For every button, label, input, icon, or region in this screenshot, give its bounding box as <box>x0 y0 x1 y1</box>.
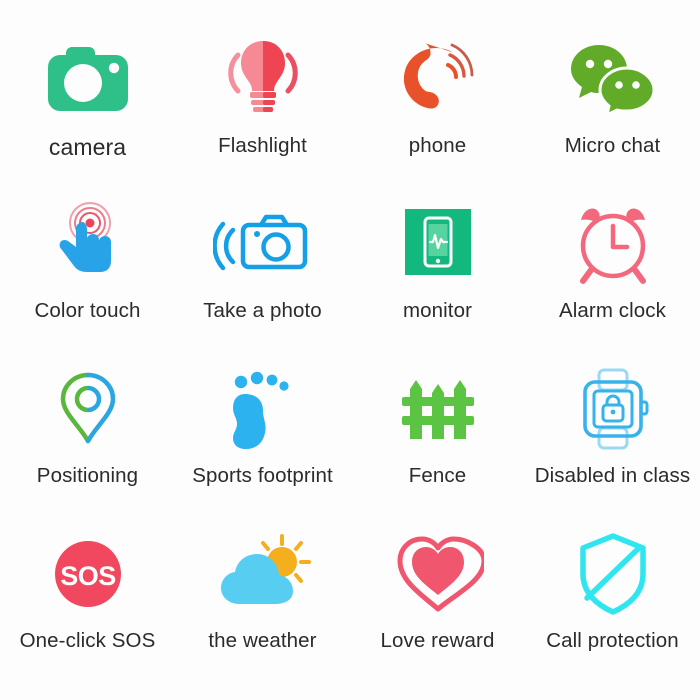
feature-item-call-protection[interactable]: Call protection <box>525 526 700 691</box>
feature-label: Flashlight <box>218 134 307 157</box>
shield-icon[interactable] <box>563 526 663 621</box>
map-pin-icon[interactable] <box>38 361 138 456</box>
feature-item-flashlight[interactable]: Flashlight <box>175 31 350 196</box>
feature-label: the weather <box>208 629 317 652</box>
feature-label: monitor <box>402 299 473 322</box>
feature-label: Micro chat <box>564 134 661 157</box>
flashlight-icon[interactable] <box>213 31 313 126</box>
footprint-icon[interactable] <box>213 361 313 456</box>
feature-label: Color touch <box>34 299 141 322</box>
feature-label: Positioning <box>36 464 139 487</box>
feature-item-disabled-in-class[interactable]: Disabled in class <box>525 361 700 526</box>
phone-call-icon[interactable] <box>388 31 488 126</box>
take-photo-icon[interactable] <box>212 196 313 291</box>
heart-icon[interactable] <box>388 526 488 621</box>
sos-icon[interactable]: SOS <box>38 526 138 621</box>
monitor-icon[interactable] <box>388 196 488 291</box>
wechat-icon[interactable] <box>563 31 663 126</box>
feature-item-one-click-sos[interactable]: SOS One-click SOS <box>0 526 175 691</box>
fence-icon[interactable] <box>388 361 488 456</box>
feature-label: Call protection <box>546 629 679 652</box>
feature-label: Love reward <box>380 629 495 652</box>
feature-item-camera[interactable]: camera <box>0 31 175 196</box>
feature-label: Sports footprint <box>192 464 333 487</box>
feature-item-the-weather[interactable]: the weather <box>175 526 350 691</box>
feature-item-fence[interactable]: Fence <box>350 361 525 526</box>
feature-label: Alarm clock <box>558 299 667 322</box>
feature-item-color-touch[interactable]: Color touch <box>0 196 175 361</box>
weather-cloud-sun-icon[interactable] <box>213 526 313 621</box>
feature-label: Take a photo <box>203 299 322 322</box>
feature-icon-grid: camera Flashlight phone Micro chat Color… <box>0 0 700 700</box>
feature-item-alarm-clock[interactable]: Alarm clock <box>525 196 700 361</box>
feature-label: One-click SOS <box>19 629 156 652</box>
feature-item-micro-chat[interactable]: Micro chat <box>525 31 700 196</box>
feature-item-phone[interactable]: phone <box>350 31 525 196</box>
feature-label: phone <box>408 134 467 157</box>
feature-item-sports-footprint[interactable]: Sports footprint <box>175 361 350 526</box>
feature-item-monitor[interactable]: monitor <box>350 196 525 361</box>
feature-item-take-a-photo[interactable]: Take a photo <box>175 196 350 361</box>
svg-text:SOS: SOS <box>60 561 116 591</box>
color-touch-icon[interactable] <box>38 196 138 291</box>
feature-label: Disabled in class <box>534 464 691 487</box>
feature-item-positioning[interactable]: Positioning <box>0 361 175 526</box>
feature-label: Fence <box>408 464 467 487</box>
feature-label: camera <box>48 134 127 160</box>
alarm-clock-icon[interactable] <box>563 196 663 291</box>
camera-icon[interactable] <box>38 31 138 126</box>
feature-item-love-reward[interactable]: Love reward <box>350 526 525 691</box>
locked-watch-icon[interactable] <box>563 361 663 456</box>
